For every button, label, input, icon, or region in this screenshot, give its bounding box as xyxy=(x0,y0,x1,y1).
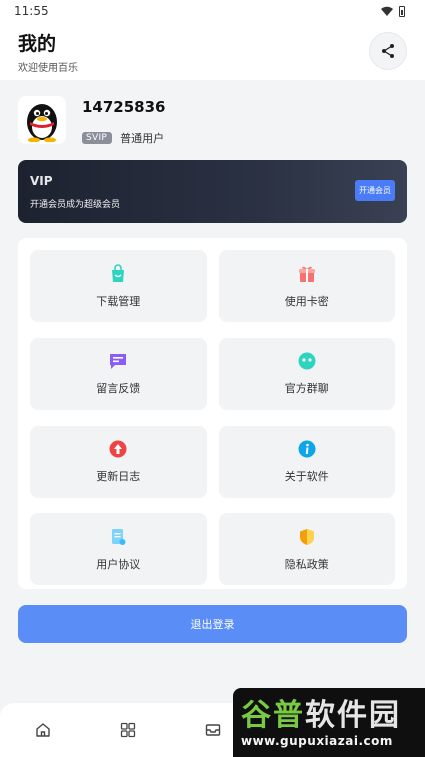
svip-badge: SVIP xyxy=(82,132,113,144)
page-title: 我的 xyxy=(18,32,57,55)
grid-label: 隐私政策 xyxy=(284,557,329,571)
grid-label: 用户协议 xyxy=(96,557,141,571)
grid-label: 使用卡密 xyxy=(284,294,329,308)
feature-grid: 下载管理 使用卡密 留言反馈 官方群聊 更新日志 关于软件 用户协议 隐私政策 xyxy=(18,238,407,589)
user-id: 14725836 xyxy=(82,98,166,116)
info-icon xyxy=(298,440,316,458)
home-icon xyxy=(35,723,50,737)
grid-item-about[interactable]: 关于软件 xyxy=(218,425,395,498)
status-bar: 11:55 xyxy=(0,0,425,22)
wifi-icon xyxy=(381,6,393,16)
message-icon xyxy=(110,354,127,370)
grid-label: 更新日志 xyxy=(96,470,141,483)
vip-card[interactable]: VIP 开通会员成为超级会员 开通会员 xyxy=(18,160,407,223)
mail-icon xyxy=(205,724,220,736)
battery-icon xyxy=(399,5,405,17)
user-level: 普通用户 xyxy=(120,132,165,145)
grid-label: 下载管理 xyxy=(96,294,141,308)
page-subtitle: 欢迎使用百乐 xyxy=(18,62,78,74)
apps-icon xyxy=(120,722,135,738)
grid-item-feedback[interactable]: 留言反馈 xyxy=(30,337,207,410)
watermark-url: www.gupuxiazai.com xyxy=(241,734,393,748)
gift-icon xyxy=(298,266,315,282)
document-icon xyxy=(112,528,126,545)
grid-label: 关于软件 xyxy=(284,470,329,483)
watermark-logo: 谷普软件园 www.gupuxiazai.com xyxy=(233,688,425,757)
grid-item-card-key[interactable]: 使用卡密 xyxy=(218,250,395,322)
grid-item-group-chat[interactable]: 官方群聊 xyxy=(218,337,395,410)
watermark-title-part1: 谷普 xyxy=(241,698,305,733)
grid-item-changelog[interactable]: 更新日志 xyxy=(30,425,207,498)
share-button[interactable] xyxy=(369,32,407,70)
open-vip-button[interactable]: 开通会员 xyxy=(355,180,395,201)
grid-item-privacy[interactable]: 隐私政策 xyxy=(218,513,395,586)
chat-icon xyxy=(298,352,316,370)
vip-title: VIP xyxy=(30,174,53,188)
watermark-title-part2: 软件园 xyxy=(305,698,401,733)
header: 我的 欢迎使用百乐 xyxy=(0,22,425,80)
penguin-icon xyxy=(27,104,57,142)
shopping-bag-icon xyxy=(112,263,125,282)
grid-item-user-agreement[interactable]: 用户协议 xyxy=(30,513,207,586)
status-time: 11:55 xyxy=(14,4,49,18)
share-icon xyxy=(382,44,394,58)
shield-icon xyxy=(299,528,314,545)
logout-button[interactable]: 退出登录 xyxy=(18,605,407,643)
tab-home[interactable] xyxy=(0,722,85,738)
profile-section: 14725836 SVIP 普通用户 xyxy=(0,80,425,146)
grid-item-download[interactable]: 下载管理 xyxy=(30,250,207,322)
tab-apps[interactable] xyxy=(85,722,170,738)
grid-label: 官方群聊 xyxy=(284,382,329,396)
avatar[interactable] xyxy=(18,96,66,144)
grid-label: 留言反馈 xyxy=(96,382,141,396)
vip-description: 开通会员成为超级会员 xyxy=(30,200,121,210)
upload-icon xyxy=(109,440,127,458)
